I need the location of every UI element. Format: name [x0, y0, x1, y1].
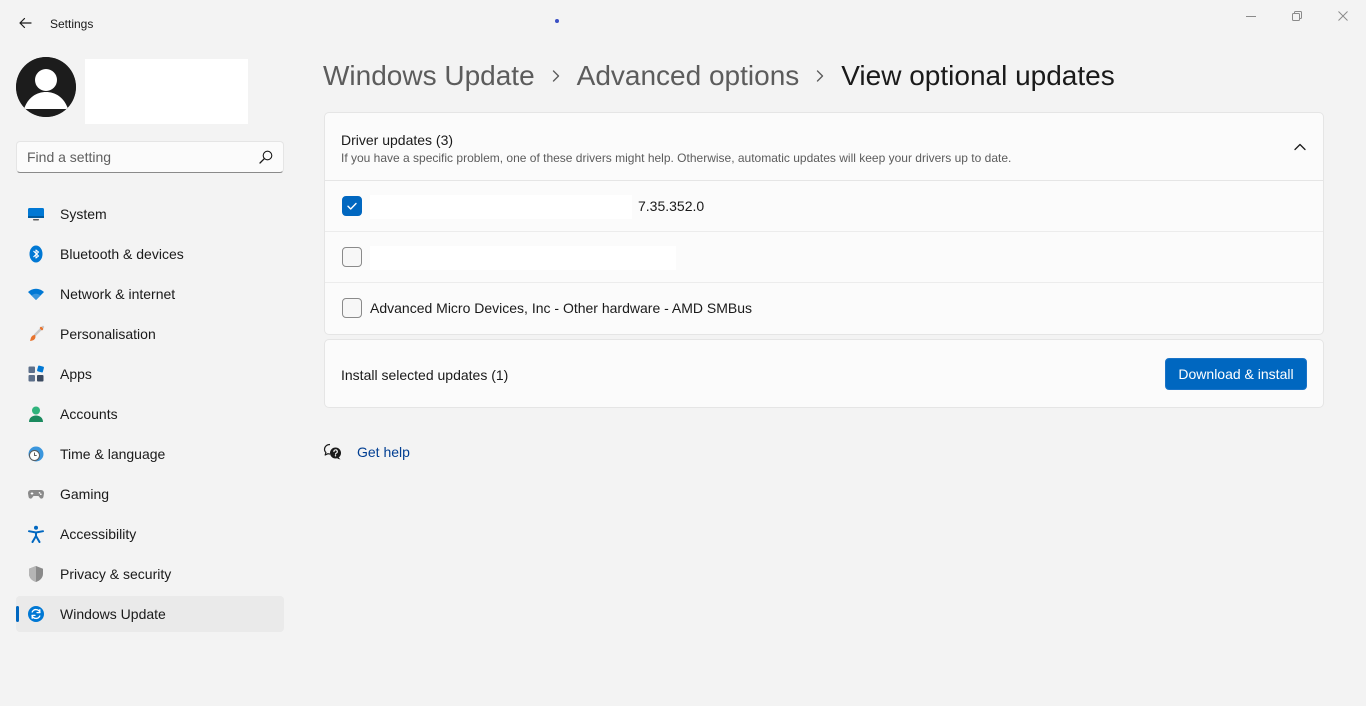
sidebar-item-bluetooth-devices[interactable]: Bluetooth & devices — [16, 236, 284, 272]
back-button[interactable] — [12, 10, 38, 36]
driver-checkbox[interactable] — [342, 247, 362, 267]
sidebar-item-accounts[interactable]: Accounts — [16, 396, 284, 432]
close-icon — [1338, 11, 1348, 21]
app-title: Settings — [50, 17, 94, 31]
brush-icon — [27, 325, 45, 343]
monitor-icon — [27, 205, 45, 223]
sidebar-item-label: Personalisation — [60, 326, 156, 342]
title-bar: Settings — [0, 0, 1366, 48]
maximize-button[interactable] — [1274, 0, 1320, 32]
search-input[interactable] — [17, 142, 253, 172]
sidebar-item-time-language[interactable]: Time & language — [16, 436, 284, 472]
sidebar-nav: System Bluetooth & devices Network & int… — [16, 196, 284, 636]
sidebar-item-label: System — [60, 206, 107, 222]
sidebar-item-label: Bluetooth & devices — [60, 246, 184, 262]
driver-updates-header[interactable]: Driver updates (3) If you have a specifi… — [325, 113, 1323, 181]
driver-name-redacted — [370, 246, 676, 270]
sidebar-item-network-internet[interactable]: Network & internet — [16, 276, 284, 312]
driver-name-redacted — [370, 195, 632, 219]
avatar-person-icon — [16, 57, 76, 117]
breadcrumb: Windows Update Advanced options View opt… — [323, 56, 1115, 96]
driver-version: 7.35.352.0 — [638, 198, 705, 214]
sidebar-item-personalisation[interactable]: Personalisation — [16, 316, 284, 352]
sidebar-item-accessibility[interactable]: Accessibility — [16, 516, 284, 552]
driver-updates-description: If you have a specific problem, one of t… — [341, 151, 1012, 165]
sidebar-item-label: Time & language — [60, 446, 166, 462]
sidebar-item-label: Accounts — [60, 406, 118, 422]
help-chat-icon — [323, 443, 341, 460]
avatar — [16, 57, 76, 117]
sidebar-item-label: Apps — [60, 366, 92, 382]
wifi-icon — [27, 285, 45, 303]
get-help[interactable]: Get help — [323, 441, 410, 463]
user-profile[interactable] — [16, 57, 284, 127]
driver-row — [325, 232, 1323, 283]
driver-row: 7.35.352.0 — [325, 181, 1323, 232]
chevron-up-icon[interactable] — [1293, 140, 1307, 154]
sidebar-item-system[interactable]: System — [16, 196, 284, 232]
sidebar-item-label: Windows Update — [60, 606, 166, 622]
apps-icon — [27, 365, 45, 383]
chevron-right-icon — [551, 69, 561, 83]
shield-icon — [27, 565, 45, 583]
install-selected-card: Install selected updates (1) Download & … — [324, 339, 1324, 408]
sidebar-item-windows-update[interactable]: Windows Update — [16, 596, 284, 632]
driver-name: Advanced Micro Devices, Inc - Other hard… — [370, 300, 753, 316]
minimize-icon — [1246, 16, 1256, 17]
clock-globe-icon — [27, 445, 45, 463]
minimize-button[interactable] — [1228, 0, 1274, 32]
search-box[interactable] — [16, 141, 284, 173]
sidebar-item-apps[interactable]: Apps — [16, 356, 284, 392]
page-title: View optional updates — [841, 60, 1115, 91]
sidebar-item-privacy-security[interactable]: Privacy & security — [16, 556, 284, 592]
install-selected-label: Install selected updates (1) — [341, 367, 509, 383]
driver-updates-title: Driver updates (3) — [341, 132, 454, 148]
sidebar-item-label: Network & internet — [60, 286, 176, 302]
close-button[interactable] — [1320, 0, 1366, 32]
maximize-icon — [1292, 11, 1302, 21]
get-help-link[interactable]: Get help — [357, 444, 410, 460]
driver-row: Advanced Micro Devices, Inc - Other hard… — [325, 283, 1323, 334]
camera-indicator — [555, 19, 559, 23]
search-icon — [259, 150, 273, 164]
sidebar-item-gaming[interactable]: Gaming — [16, 476, 284, 512]
breadcrumb-windows-update[interactable]: Windows Update — [323, 60, 535, 92]
download-install-button[interactable]: Download & install — [1165, 358, 1307, 390]
driver-checkbox[interactable] — [342, 298, 362, 318]
profile-name-redacted — [85, 59, 248, 124]
driver-updates-card: Driver updates (3) If you have a specifi… — [324, 112, 1324, 335]
driver-checkbox[interactable] — [342, 196, 362, 216]
update-icon — [27, 605, 45, 623]
bluetooth-icon — [27, 245, 45, 263]
accessibility-icon — [27, 525, 45, 543]
chevron-right-icon — [815, 69, 825, 83]
sidebar-item-label: Gaming — [60, 486, 110, 502]
sidebar-item-label: Accessibility — [60, 526, 137, 542]
checkmark-icon — [347, 202, 357, 210]
gamepad-icon — [27, 485, 45, 503]
sidebar-item-label: Privacy & security — [60, 566, 172, 582]
breadcrumb-advanced-options[interactable]: Advanced options — [577, 60, 800, 92]
back-arrow-icon — [19, 17, 32, 29]
person-icon — [27, 405, 45, 423]
